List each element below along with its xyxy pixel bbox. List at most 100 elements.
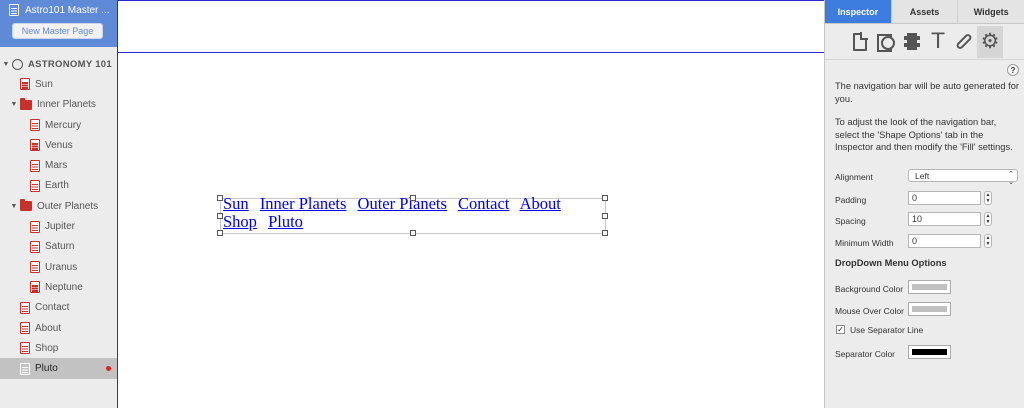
globe-icon xyxy=(12,58,23,70)
mouse-over-color-well[interactable] xyxy=(908,302,951,316)
mouse-over-color-swatch xyxy=(912,306,947,312)
gear-icon: ⚙ xyxy=(980,30,1000,53)
inspector-panel: Inspector Assets Widgets T ⚙ ? The navig… xyxy=(824,0,1024,408)
minimum-width-input[interactable]: 0 xyxy=(908,234,981,248)
disclosure-triangle-icon[interactable]: ▼ xyxy=(10,203,18,210)
nav-link-about[interactable]: About xyxy=(520,194,561,213)
disclosure-triangle-icon[interactable]: ▼ xyxy=(10,101,18,108)
resize-handle-middle-right[interactable] xyxy=(602,213,608,219)
tree-item-label: Neptune xyxy=(45,281,83,293)
nav-link-inner-planets[interactable]: Inner Planets xyxy=(260,194,347,213)
tab-inspector[interactable]: Inspector xyxy=(825,0,892,24)
link-icon xyxy=(955,32,973,51)
page-icon xyxy=(20,78,30,91)
padding-input[interactable]: 0 xyxy=(908,191,981,205)
updown-arrow-icon: ⌃ ⌄ xyxy=(1008,171,1014,186)
resize-handle-bottom-left[interactable] xyxy=(217,230,223,236)
folder-icon xyxy=(20,199,32,212)
page-icon xyxy=(30,119,40,132)
text-icon: T xyxy=(931,29,945,53)
tree-item-mars[interactable]: Mars xyxy=(0,155,117,175)
navigation-bar-widget[interactable]: Sun Inner Planets Outer Planets Contact … xyxy=(217,195,608,236)
alignment-label: Alignment xyxy=(835,172,873,182)
tab-assets[interactable]: Assets xyxy=(891,0,959,24)
use-separator-checkbox[interactable]: ✓ xyxy=(836,325,845,334)
minimum-width-stepper[interactable]: ▲ ▼ xyxy=(984,234,992,248)
nav-link-sun[interactable]: Sun xyxy=(223,194,249,213)
resize-handle-middle-left[interactable] xyxy=(217,213,223,219)
tree-item-label: Sun xyxy=(35,78,53,90)
tree-item-venus[interactable]: Venus xyxy=(0,135,117,155)
tree-item-label: Mars xyxy=(45,160,68,172)
tree-item-uranus[interactable]: Uranus xyxy=(0,257,117,277)
tree-item-neptune[interactable]: Neptune xyxy=(0,277,117,297)
page-icon xyxy=(20,322,30,334)
page-icon xyxy=(30,240,40,253)
nav-link-contact[interactable]: Contact xyxy=(458,194,509,213)
tree-item-saturn[interactable]: Saturn xyxy=(0,237,117,257)
page-icon xyxy=(20,342,30,355)
tree-item-label: Inner Planets xyxy=(37,99,96,111)
tree-item-outer-planets[interactable]: ▼ Outer Planets xyxy=(0,196,117,216)
description-text-1: The navigation bar will be auto generate… xyxy=(835,81,1019,104)
background-color-swatch xyxy=(912,284,947,290)
tree-item-label: Outer Planets xyxy=(37,200,99,212)
new-master-page-button[interactable]: New Master Page xyxy=(12,23,103,39)
tree-item-about[interactable]: About xyxy=(0,318,117,338)
resize-handle-top-right[interactable] xyxy=(602,195,608,201)
spacing-stepper[interactable]: ▲ ▼ xyxy=(984,212,992,226)
media-inspector-button[interactable] xyxy=(899,26,925,58)
tree-item-shop[interactable]: Shop xyxy=(0,338,117,358)
shape-icon xyxy=(877,33,895,52)
nav-link-outer-planets[interactable]: Outer Planets xyxy=(358,194,447,213)
tree-item-earth[interactable]: Earth xyxy=(0,176,117,196)
site-sidebar: Astro101 Master ... New Master Page ▼ AST… xyxy=(0,0,117,408)
page-icon xyxy=(30,261,40,274)
text-inspector-button[interactable]: T xyxy=(925,26,951,58)
nav-link-shop[interactable]: Shop xyxy=(223,212,257,231)
tree-item-label: Uranus xyxy=(45,261,78,273)
tree-item-label: Shop xyxy=(35,342,59,354)
master-page-title: Astro101 Master ... xyxy=(25,4,110,16)
resize-handle-top-center[interactable] xyxy=(410,195,416,201)
resize-handle-bottom-right[interactable] xyxy=(602,230,608,236)
page-inspector-button[interactable] xyxy=(847,26,873,58)
page-icon xyxy=(30,220,40,233)
tree-item-mercury[interactable]: Mercury xyxy=(0,115,117,135)
minimum-width-label: Minimum Width xyxy=(835,238,894,248)
page-icon xyxy=(30,281,40,294)
alignment-select[interactable]: Left ⌃ ⌄ xyxy=(908,169,1018,186)
disclosure-triangle-icon[interactable]: ▼ xyxy=(2,61,10,68)
tree-item-label: Contact xyxy=(35,302,70,314)
resize-handle-top-left[interactable] xyxy=(217,195,223,201)
tree-item-pluto[interactable]: Pluto xyxy=(0,358,117,379)
tree-item-label: Venus xyxy=(45,139,73,151)
description-text-2: To adjust the look of the navigation bar… xyxy=(835,117,1013,152)
master-page-item[interactable]: Astro101 Master ... xyxy=(9,3,115,17)
tree-item-contact[interactable]: Contact xyxy=(0,298,117,318)
tree-item-jupiter[interactable]: Jupiter xyxy=(0,216,117,236)
tree-item-sun[interactable]: Sun xyxy=(0,74,117,94)
tree-item-label: ASTRONOMY 101 xyxy=(28,58,112,70)
padding-stepper[interactable]: ▲ ▼ xyxy=(984,191,992,205)
spacing-input[interactable]: 10 xyxy=(908,212,981,226)
separator-color-well[interactable] xyxy=(908,345,951,359)
nav-link-pluto[interactable]: Pluto xyxy=(268,212,303,231)
background-color-well[interactable] xyxy=(908,280,951,294)
tree-item-inner-planets[interactable]: ▼ Inner Planets xyxy=(0,95,117,115)
resize-handle-bottom-center[interactable] xyxy=(410,230,416,236)
page-canvas[interactable]: Sun Inner Planets Outer Planets Contact … xyxy=(117,0,825,408)
tree-item-label: About xyxy=(35,322,62,334)
help-button[interactable]: ? xyxy=(1007,64,1019,76)
padding-label: Padding xyxy=(835,195,867,205)
tree-item-astronomy-101[interactable]: ▼ ASTRONOMY 101 xyxy=(0,54,117,74)
master-page-icon xyxy=(9,4,19,16)
link-inspector-button[interactable] xyxy=(951,26,977,58)
shape-inspector-button[interactable] xyxy=(873,26,899,58)
dropdown-options-heading: DropDown Menu Options xyxy=(835,258,947,268)
widget-settings-button[interactable]: ⚙ xyxy=(977,25,1003,58)
page-icon xyxy=(20,301,30,314)
page-icon xyxy=(30,179,40,192)
page-tree: ▼ ASTRONOMY 101 Sun ▼ Inner Planets Mercury Ve… xyxy=(0,54,117,379)
tab-widgets[interactable]: Widgets xyxy=(958,0,1024,24)
